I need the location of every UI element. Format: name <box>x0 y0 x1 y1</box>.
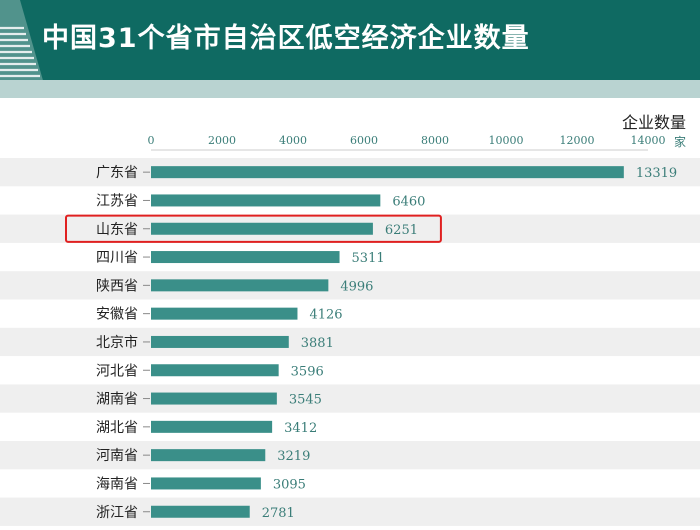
bar-chart: 企业数量 家 0 2000 4000 6000 8000 10000 12000 14000 … <box>0 113 700 526</box>
bar <box>151 420 273 433</box>
value-label: 13319 <box>636 166 677 181</box>
x-tick-label: 12000 <box>560 134 595 147</box>
x-tick-label: 10000 <box>489 134 524 147</box>
value-label: 3596 <box>291 364 324 379</box>
x-tick-label: 8000 <box>421 134 449 147</box>
bar <box>151 335 289 348</box>
x-tick-label: 6000 <box>350 134 378 147</box>
x-tick-label: 2000 <box>208 134 236 147</box>
category-label: 山东省 <box>96 222 138 238</box>
category-label: 江苏省 <box>96 193 138 209</box>
category-label: 安徽省 <box>96 307 138 323</box>
category-label: 广东省 <box>96 165 138 181</box>
bar <box>151 449 266 462</box>
x-tick-label: 0 <box>148 134 155 147</box>
bar <box>151 364 279 377</box>
category-label: 四川省 <box>96 250 138 266</box>
bar <box>151 477 261 490</box>
category-label: 湖南省 <box>96 392 138 408</box>
category-label: 海南省 <box>96 476 138 492</box>
value-label: 2781 <box>262 506 295 521</box>
value-label: 6251 <box>385 223 418 238</box>
category-label: 湖北省 <box>96 420 138 436</box>
value-label: 3412 <box>284 421 317 436</box>
value-label: 3095 <box>273 477 306 492</box>
value-label: 4996 <box>340 279 373 294</box>
axis-unit: 家 <box>674 134 686 149</box>
category-label: 北京市 <box>96 334 138 351</box>
category-label: 河南省 <box>96 448 138 464</box>
bar <box>151 251 340 264</box>
bar <box>151 279 329 292</box>
header-sub-band <box>0 80 700 98</box>
bar <box>151 392 277 405</box>
value-label: 3545 <box>289 393 322 408</box>
page-title: 中国31个省市自治区低空经济企业数量 <box>42 23 530 54</box>
value-label: 5311 <box>352 251 385 266</box>
value-label: 3219 <box>277 449 310 464</box>
header-banner: 中国31个省市自治区低空经济企业数量 <box>0 0 700 98</box>
bar <box>151 307 298 320</box>
bar <box>151 505 250 518</box>
chart-area: 企业数量 家 0 2000 4000 6000 8000 10000 12000 14000 … <box>0 98 700 526</box>
category-label: 陕西省 <box>96 278 138 294</box>
category-label: 河北省 <box>96 363 138 379</box>
value-label: 6460 <box>392 194 425 209</box>
value-label: 4126 <box>309 308 342 323</box>
category-label: 浙江省 <box>96 505 138 521</box>
bar <box>151 194 381 207</box>
bar <box>151 166 624 179</box>
axis-unit-title: 企业数量 <box>622 113 686 132</box>
x-tick-label: 4000 <box>279 134 307 147</box>
bar <box>151 222 373 235</box>
x-tick-label: 14000 <box>631 134 666 147</box>
value-label: 3881 <box>301 336 334 351</box>
